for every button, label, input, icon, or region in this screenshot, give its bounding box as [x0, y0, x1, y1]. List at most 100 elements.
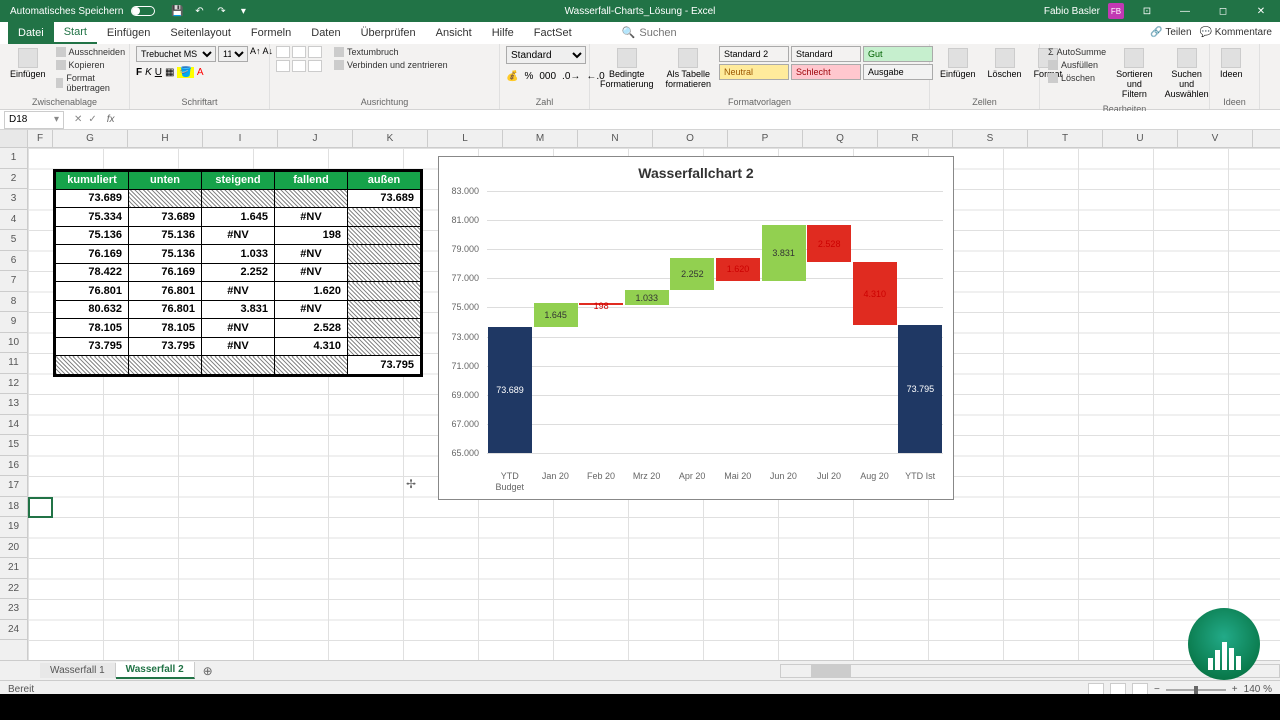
tab-view[interactable]: Ansicht	[426, 22, 482, 44]
redo-icon[interactable]: ↷	[215, 5, 227, 17]
column-headers[interactable]: F G H I J K L M N O P Q R S T U V	[0, 130, 1280, 148]
col-header[interactable]: Q	[803, 130, 878, 147]
row-header[interactable]: 21	[0, 558, 27, 579]
zoom-slider[interactable]	[1166, 689, 1226, 691]
row-header[interactable]: 2	[0, 169, 27, 190]
increase-font-icon[interactable]: A↑	[250, 46, 261, 62]
row-header[interactable]: 18	[0, 497, 27, 518]
tell-me-search[interactable]: 🔍	[622, 26, 720, 39]
row-header[interactable]: 10	[0, 333, 27, 354]
row-header[interactable]: 8	[0, 292, 27, 313]
tab-layout[interactable]: Seitenlayout	[160, 22, 241, 44]
enter-formula-icon[interactable]: ✓	[88, 114, 96, 125]
row-header[interactable]: 11	[0, 353, 27, 374]
col-header[interactable]: M	[503, 130, 578, 147]
font-size-select[interactable]: 11	[218, 46, 248, 62]
autosum-button[interactable]: ΣAutoSumme	[1046, 46, 1108, 58]
undo-icon[interactable]: ↶	[193, 5, 205, 17]
tab-start[interactable]: Start	[54, 22, 97, 44]
font-color-button[interactable]: A	[197, 67, 204, 78]
font-name-select[interactable]: Trebuchet MS	[136, 46, 216, 62]
bold-button[interactable]: F	[136, 67, 142, 78]
row-header[interactable]: 16	[0, 456, 27, 477]
row-headers[interactable]: 123456789101112131415161718192021222324	[0, 148, 28, 660]
delete-cells-button[interactable]: Löschen	[984, 46, 1026, 82]
align-buttons[interactable]	[276, 46, 322, 72]
user-name[interactable]: Fabio Basler	[1044, 6, 1100, 17]
share-button[interactable]: 🔗 Teilen	[1150, 27, 1191, 38]
col-header[interactable]: L	[428, 130, 503, 147]
row-header[interactable]: 6	[0, 251, 27, 272]
cut-button[interactable]: Ausschneiden	[54, 46, 128, 58]
col-header[interactable]: F	[28, 130, 53, 147]
wrap-text-button[interactable]: Textumbruch	[332, 46, 450, 58]
minimize-icon[interactable]: —	[1170, 0, 1200, 22]
col-header[interactable]: G	[53, 130, 128, 147]
row-header[interactable]: 12	[0, 374, 27, 395]
fill-button[interactable]: Ausfüllen	[1046, 59, 1108, 71]
border-button[interactable]: ▦	[165, 67, 174, 78]
currency-icon[interactable]: 💰	[506, 71, 518, 82]
tab-help[interactable]: Hilfe	[482, 22, 524, 44]
row-header[interactable]: 19	[0, 517, 27, 538]
col-header[interactable]: K	[353, 130, 428, 147]
user-avatar[interactable]: FB	[1108, 3, 1124, 19]
save-icon[interactable]: 💾	[171, 5, 183, 17]
autosave-toggle[interactable]: Automatisches Speichern	[4, 6, 161, 17]
maximize-icon[interactable]: ◻	[1208, 0, 1238, 22]
col-header[interactable]: N	[578, 130, 653, 147]
row-header[interactable]: 3	[0, 189, 27, 210]
col-header[interactable]: U	[1103, 130, 1178, 147]
row-header[interactable]: 17	[0, 476, 27, 497]
row-header[interactable]: 23	[0, 599, 27, 620]
col-header[interactable]: O	[653, 130, 728, 147]
row-header[interactable]: 1	[0, 148, 27, 169]
italic-button[interactable]: K	[145, 67, 152, 78]
clear-button[interactable]: Löschen	[1046, 72, 1108, 84]
row-header[interactable]: 7	[0, 271, 27, 292]
col-header[interactable]: P	[728, 130, 803, 147]
fill-color-button[interactable]: 🪣	[177, 67, 193, 78]
underline-button[interactable]: U	[155, 67, 162, 78]
col-header[interactable]: J	[278, 130, 353, 147]
toggle-switch[interactable]	[131, 6, 155, 16]
sheet-tab-2[interactable]: Wasserfall 2	[116, 662, 195, 679]
format-painter-button[interactable]: Format übertragen	[54, 72, 128, 94]
worksheet-grid[interactable]: F G H I J K L M N O P Q R S T U V 123456…	[0, 130, 1280, 660]
row-header[interactable]: 13	[0, 394, 27, 415]
tab-data[interactable]: Daten	[301, 22, 350, 44]
find-select-button[interactable]: Suchen und Auswählen	[1161, 46, 1213, 102]
add-sheet-button[interactable]: ⊕	[195, 662, 221, 680]
conditional-format-button[interactable]: Bedingte Formatierung	[596, 46, 658, 92]
data-table[interactable]: kumuliertuntensteigendfallendaußen73.689…	[53, 169, 423, 377]
close-icon[interactable]: ✕	[1246, 0, 1276, 22]
row-header[interactable]: 4	[0, 210, 27, 231]
row-header[interactable]: 22	[0, 579, 27, 600]
col-header[interactable]: H	[128, 130, 203, 147]
paste-button[interactable]: Einfügen	[6, 46, 50, 82]
row-header[interactable]: 20	[0, 538, 27, 559]
comments-button[interactable]: 💬 Kommentare	[1200, 27, 1272, 38]
tab-file[interactable]: Datei	[8, 22, 54, 44]
sort-filter-button[interactable]: Sortieren und Filtern	[1112, 46, 1157, 102]
row-header[interactable]: 24	[0, 620, 27, 641]
col-header[interactable]: I	[203, 130, 278, 147]
tab-insert[interactable]: Einfügen	[97, 22, 160, 44]
col-header[interactable]: T	[1028, 130, 1103, 147]
cancel-formula-icon[interactable]: ✕	[74, 114, 82, 125]
row-header[interactable]: 9	[0, 312, 27, 333]
cell-styles[interactable]: Standard 2 Standard Gut Neutral Schlecht…	[719, 46, 933, 80]
col-header[interactable]: V	[1178, 130, 1253, 147]
row-header[interactable]: 5	[0, 230, 27, 251]
copy-button[interactable]: Kopieren	[54, 59, 128, 71]
qat-dropdown-icon[interactable]: ▾	[237, 5, 249, 17]
name-box[interactable]: D18▾	[4, 111, 64, 129]
format-table-button[interactable]: Als Tabelle formatieren	[662, 46, 716, 92]
formula-input[interactable]	[119, 111, 1280, 129]
row-header[interactable]: 15	[0, 435, 27, 456]
sheet-tab-1[interactable]: Wasserfall 1	[40, 663, 116, 678]
merge-button[interactable]: Verbinden und zentrieren	[332, 59, 450, 71]
search-input[interactable]	[639, 27, 719, 39]
select-all-corner[interactable]	[0, 130, 28, 147]
comma-icon[interactable]: 000	[539, 71, 556, 82]
